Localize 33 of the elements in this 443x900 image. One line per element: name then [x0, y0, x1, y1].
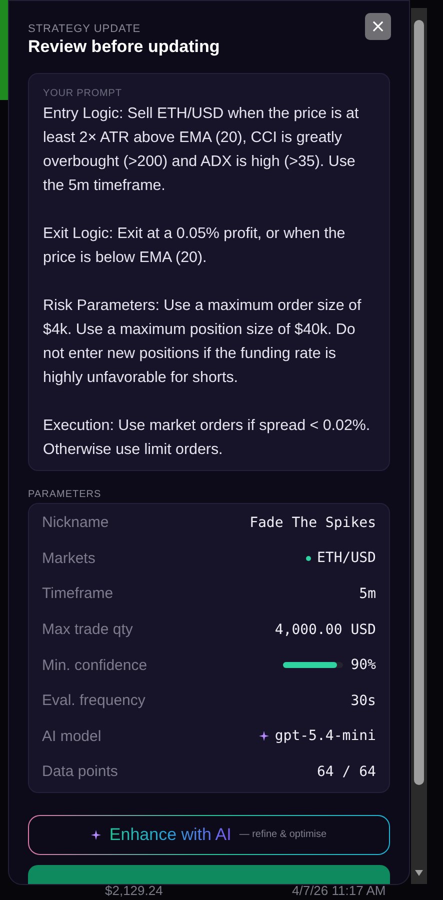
- param-value: Fade The Spikes: [250, 514, 376, 531]
- modal-title: Review before updating: [28, 37, 220, 57]
- param-name: Timeframe: [42, 585, 114, 602]
- close-button[interactable]: ×: [365, 13, 391, 40]
- prompt-paragraph: Execution: Use market orders if spread < 0.02%. Otherwise use limit orders.: [43, 416, 372, 460]
- param-name: Data points: [42, 763, 118, 780]
- prompt-paragraph: Entry Logic: Sell ETH/USD when the price is at least 2× ATR above EMA (20), CCI is greatly overbought (>200) and ADX is high (>35). Use the 5m timeframe.: [43, 104, 360, 196]
- param-value: 4,000.00 USD: [274, 622, 376, 638]
- param-value: 30s: [350, 692, 376, 709]
- price-text: $2,129.24: [105, 883, 163, 898]
- param-name: Nickname: [42, 514, 109, 532]
- prompt-paragraph: Exit Logic: Exit at a 0.05% profit, or when the price is below EMA (20).: [43, 224, 346, 268]
- param-name: Max trade qty: [42, 621, 133, 638]
- modal-eyebrow: STRATEGY UPDATE: [28, 23, 142, 35]
- sparkle-icon: [258, 731, 269, 742]
- param-name: AI model: [42, 728, 102, 745]
- param-value: gpt-5.4-mini: [274, 728, 376, 744]
- timestamp-text: 4/7/26 11:17 AM: [292, 883, 386, 898]
- card-label: YOUR PROMPT: [43, 88, 123, 99]
- action-button[interactable]: [28, 864, 390, 884]
- sparkle-icon: [91, 830, 102, 840]
- param-value: 90%: [350, 657, 376, 674]
- param-name: Markets: [42, 550, 96, 567]
- param-value: ETH/USD: [316, 550, 376, 566]
- param-value: 5m: [359, 586, 376, 602]
- enhance-button[interactable]: Enhance with AI — refine & optimise: [28, 814, 390, 855]
- prompt-paragraph: Risk Parameters: Use a maximum order size of $4k. Use a maximum position size of $40k. Do not enter new positions if the funding rate is highly unfavorable for shorts.: [43, 296, 362, 388]
- param-name: Min. confidence: [42, 656, 148, 674]
- section-label: PARAMETERS: [28, 489, 102, 500]
- scrollbar[interactable]: [411, 8, 427, 884]
- confidence-bar: [282, 662, 343, 668]
- param-name: Eval. frequency: [42, 692, 146, 710]
- param-value: 64 / 64: [316, 764, 376, 780]
